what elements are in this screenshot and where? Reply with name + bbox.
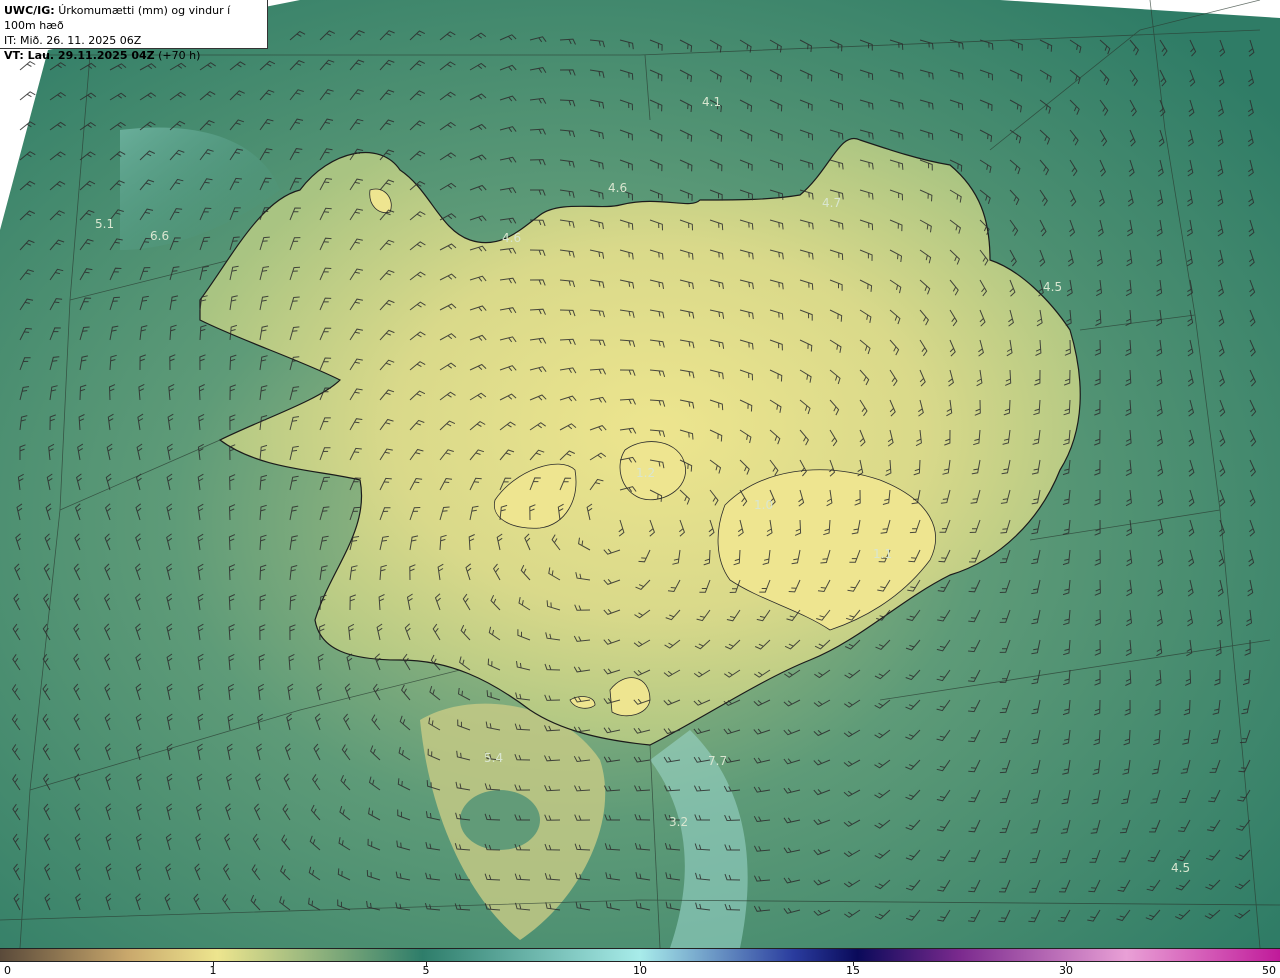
colorbar-label: 0	[4, 964, 11, 977]
header-title-line: UWC/IG: Úrkomumætti (mm) og vindur í 100…	[4, 3, 263, 33]
map-value: 1.2	[636, 466, 655, 480]
map-value: 4.1	[702, 95, 721, 109]
colorbar-label: 50	[1262, 964, 1276, 977]
map-value: 4.5	[1171, 861, 1190, 875]
valid-time-line: VT: Lau. 29.11.2025 04Z (+70 h)	[4, 48, 263, 63]
init-time: IT: Mið. 26. 11. 2025 06Z	[4, 34, 142, 47]
map-value: 3.2	[669, 815, 688, 829]
model-name: UWC/IG:	[4, 4, 55, 17]
map-value: 1.0	[754, 498, 773, 512]
lead-time: (+70 h)	[158, 49, 201, 62]
map-value: 4.5	[1043, 280, 1062, 294]
colorbar-label: 5	[422, 964, 430, 977]
map-value: 5.4	[484, 751, 503, 765]
map-value: 5.1	[95, 217, 114, 231]
map-value: 4.6	[502, 231, 521, 245]
map-value: 4.7	[822, 196, 841, 210]
colorbar-label: 1	[209, 964, 217, 977]
map-value: 6.6	[150, 229, 169, 243]
valid-time: VT: Lau. 29.11.2025 04Z	[4, 49, 155, 62]
colorbar: 0 1 5 10 15 30 50	[0, 948, 1280, 978]
map-header: UWC/IG: Úrkomumætti (mm) og vindur í 100…	[0, 0, 268, 62]
colorbar-label: 15	[846, 964, 860, 977]
precipitation-wind-map: 4.1 4.6 4.6 4.7 5.1 6.6 4.5 1.2 1.0 1.1 …	[0, 0, 1280, 949]
map-value: 4.6	[608, 181, 627, 195]
map-value: 1.1	[873, 547, 892, 561]
map-value: 7.7	[708, 754, 727, 768]
colorbar-label: 10	[633, 964, 647, 977]
colorbar-label: 30	[1059, 964, 1073, 977]
colorbar-strip	[0, 948, 1280, 962]
